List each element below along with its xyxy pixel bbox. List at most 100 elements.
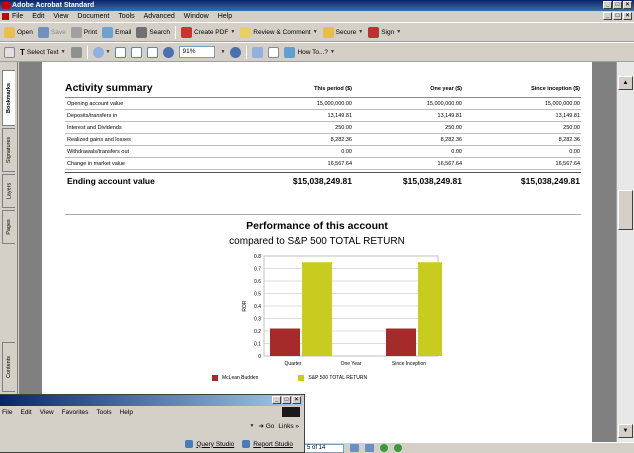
navigation-toolbar: T Select Text ▼ ▼ 91% ▼ How To...? ▼ (0, 42, 634, 62)
chevron-down-icon: ▼ (330, 49, 335, 55)
rotate-icon (252, 46, 264, 58)
rotate-button[interactable] (252, 46, 264, 58)
next-page-button[interactable] (350, 444, 359, 452)
doc-restore-button[interactable]: □ (613, 12, 622, 20)
bar (418, 262, 442, 356)
menu-file[interactable]: File (12, 13, 23, 20)
go-button[interactable]: ➜ Go (258, 422, 274, 430)
toolbar-separator (86, 45, 88, 59)
chevron-down-icon: ▼ (230, 29, 236, 35)
previous-view-button[interactable] (380, 444, 388, 452)
x-tick-label: One Year (341, 361, 362, 367)
pages-icon (268, 46, 280, 58)
doc-close-button[interactable]: × (623, 12, 632, 20)
table-row: Deposits/transfers in 13,149.81 13,149.8… (65, 110, 581, 122)
document-viewport[interactable]: Activity summary This period ($) One yea… (19, 62, 616, 442)
tab-signatures[interactable]: Signatures (2, 128, 15, 172)
report-studio-icon (242, 440, 251, 448)
browser-minimize-button[interactable]: _ (272, 396, 281, 404)
next-view-button[interactable] (394, 444, 402, 452)
page-number-field[interactable]: 5 of 14 (304, 443, 344, 453)
browser-menu-file[interactable]: File (2, 409, 12, 416)
zoom-level-input[interactable]: 91% (179, 46, 216, 58)
howto-button[interactable]: How To...? ▼ (284, 46, 335, 58)
menu-edit[interactable]: Edit (32, 13, 44, 20)
menu-tools[interactable]: Tools (118, 13, 134, 20)
actual-size-button[interactable] (115, 46, 127, 58)
browser-close-button[interactable]: × (292, 396, 301, 404)
y-tick-label: 0.2 (254, 329, 261, 335)
open-button[interactable]: Open (4, 26, 33, 38)
sign-button[interactable]: Sign ▼ (368, 26, 401, 38)
browser-menu-edit[interactable]: Edit (20, 409, 31, 416)
menu-advanced[interactable]: Advanced (144, 13, 175, 20)
disk-icon (37, 26, 49, 38)
fit-width-icon (147, 46, 159, 58)
column-header-one-year: One year ($) (430, 86, 462, 92)
scroll-up-button[interactable]: ▲ (618, 76, 633, 90)
menu-view[interactable]: View (53, 13, 68, 20)
print-button[interactable]: Print (70, 26, 97, 38)
zoom-out-button[interactable] (163, 46, 175, 58)
minimize-button[interactable]: _ (603, 1, 612, 9)
menu-help[interactable]: Help (218, 13, 232, 20)
query-studio-link[interactable]: Query Studio (185, 440, 234, 448)
tab-layers[interactable]: Layers (2, 174, 15, 208)
table-row: Withdrawals/transfers out 0.00 0.00 0.00 (65, 146, 581, 158)
browser-window: _ □ × File Edit View Favorites Tools Hel… (0, 394, 305, 453)
browser-menu-tools[interactable]: Tools (96, 409, 111, 416)
hand-tool-button[interactable] (4, 46, 15, 58)
performance-bar-chart: 0 0.1 0.2 0.3 0.4 0.5 0.6 0.7 0.8 ROR Quarter One Y… (242, 254, 442, 367)
y-tick-label: 0.7 (254, 267, 261, 273)
save-button[interactable]: Save (37, 26, 66, 38)
review-comment-button[interactable]: Review & Comment ▼ (240, 26, 318, 38)
scroll-down-button[interactable]: ▼ (618, 424, 633, 438)
table-total-row: Ending account value $15,038,249.81 $15,… (65, 172, 581, 188)
zoom-dropdown-icon[interactable]: ▼ (220, 49, 225, 55)
table-row: Change in market value 16,567.64 16,567.… (65, 158, 581, 170)
tab-contents[interactable]: Contents (2, 342, 15, 392)
bar (302, 262, 332, 356)
folder-icon (4, 26, 15, 38)
file-toolbar: Open Save Print Email Search Create PDF ▼… (0, 22, 634, 42)
vertical-scrollbar[interactable]: ▲ ▼ (616, 62, 634, 442)
toolbar-separator (174, 25, 176, 39)
bar (386, 328, 416, 356)
fit-width-button[interactable] (147, 46, 159, 58)
text-cursor-icon: T (20, 47, 25, 57)
legend-swatch (212, 375, 218, 381)
zoom-tool-button[interactable]: ▼ (92, 46, 111, 58)
menu-window[interactable]: Window (184, 13, 209, 20)
zoom-in-button[interactable] (230, 46, 242, 58)
fit-page-button[interactable] (131, 46, 143, 58)
snapshot-button[interactable] (70, 46, 82, 58)
address-dropdown-icon[interactable]: ▼ (250, 423, 255, 429)
menu-bar: File Edit View Document Tools Advanced W… (0, 11, 634, 22)
browser-maximize-button[interactable]: □ (282, 396, 291, 404)
last-page-button[interactable] (365, 444, 374, 452)
scrollbar-thumb[interactable] (618, 190, 633, 230)
tab-bookmarks[interactable]: Bookmarks (2, 70, 15, 126)
search-button[interactable]: Search (136, 26, 170, 38)
doc-minimize-button[interactable]: _ (603, 12, 612, 20)
browser-menu-help[interactable]: Help (120, 409, 133, 416)
links-button[interactable]: Links » (278, 423, 299, 430)
email-button[interactable]: Email (102, 26, 131, 38)
create-pdf-button[interactable]: Create PDF ▼ (180, 26, 236, 38)
select-text-button[interactable]: T Select Text ▼ (20, 48, 66, 57)
menu-document[interactable]: Document (77, 13, 109, 20)
pdf-page: Activity summary This period ($) One yea… (42, 62, 592, 442)
pages-button[interactable] (268, 46, 280, 58)
browser-menu-bar: File Edit View Favorites Tools Help (0, 407, 303, 418)
report-studio-link[interactable]: Report Studio (242, 440, 293, 448)
secure-button[interactable]: Secure ▼ (322, 26, 363, 38)
tab-pages[interactable]: Pages (2, 210, 15, 244)
browser-menu-favorites[interactable]: Favorites (62, 409, 89, 416)
chevron-down-icon: ▼ (105, 49, 111, 55)
query-studio-icon (185, 440, 194, 448)
help-icon (284, 46, 296, 58)
browser-menu-view[interactable]: View (40, 409, 54, 416)
close-button[interactable]: × (623, 1, 632, 9)
maximize-button[interactable]: □ (613, 1, 622, 9)
window-title: Adobe Acrobat Standard (12, 2, 95, 9)
